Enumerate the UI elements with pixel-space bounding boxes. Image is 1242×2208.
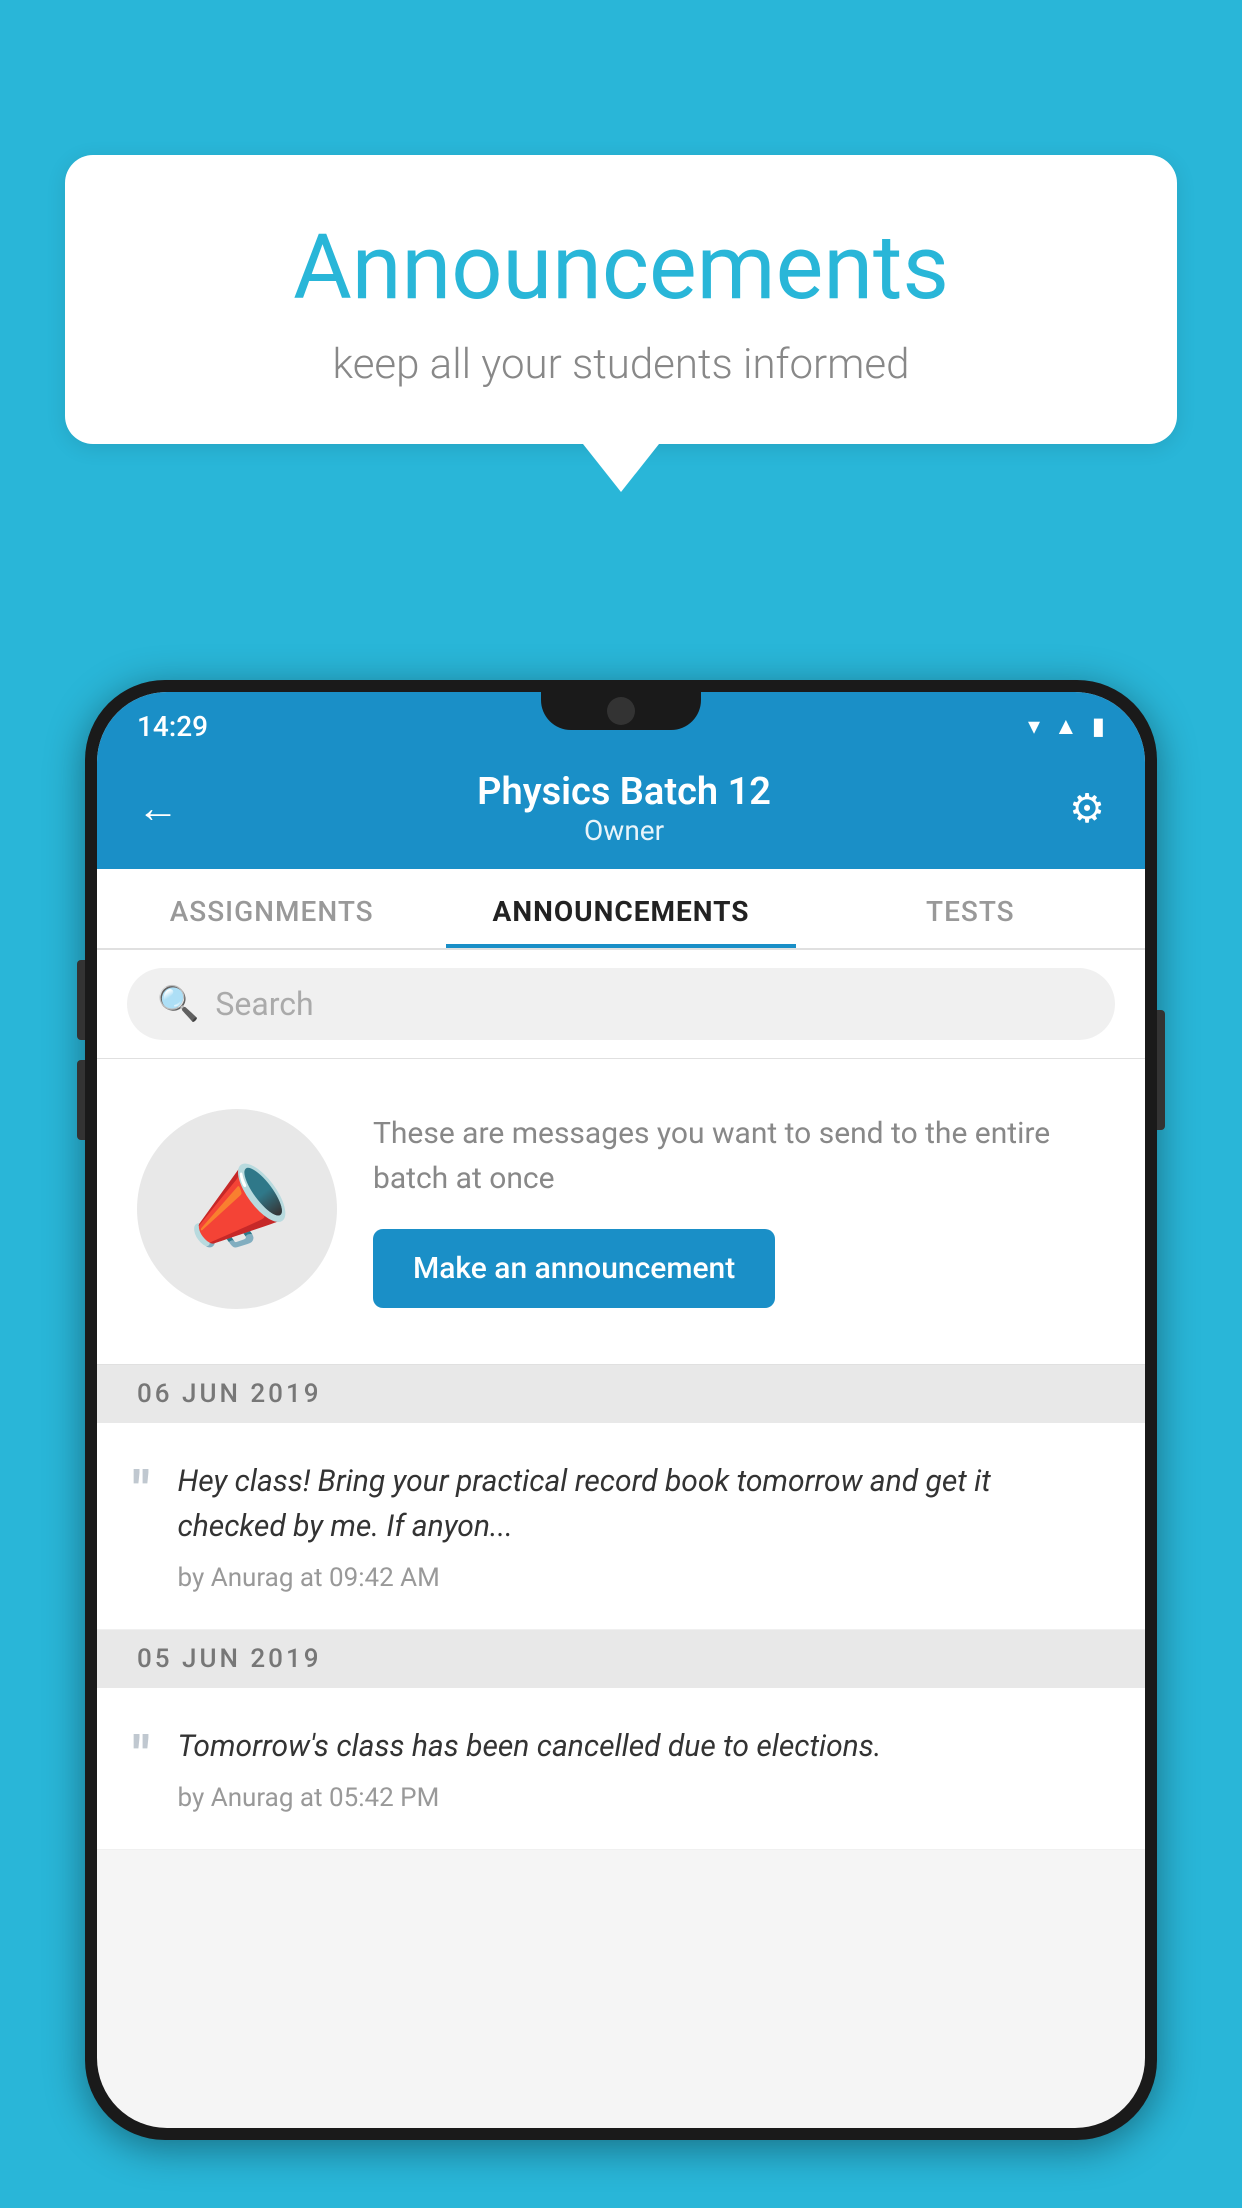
header-title: Physics Batch 12 — [477, 770, 771, 814]
prompt-right: These are messages you want to send to t… — [373, 1111, 1105, 1308]
announcement-content-1: Hey class! Bring your practical record b… — [178, 1459, 1105, 1593]
announcement-message-1: Hey class! Bring your practical record b… — [178, 1459, 1105, 1549]
speech-bubble-tail — [583, 444, 659, 492]
phone-notch — [541, 692, 701, 730]
search-wrapper: 🔍 Search — [97, 950, 1145, 1059]
wifi-icon: ▾ — [1028, 712, 1040, 740]
tab-announcements[interactable]: ANNOUNCEMENTS — [446, 869, 795, 948]
megaphone-icon: 📣 — [173, 1147, 301, 1271]
bubble-subtitle: keep all your students informed — [145, 340, 1097, 389]
header-subtitle: Owner — [477, 814, 771, 847]
gear-icon[interactable]: ⚙ — [1069, 785, 1105, 832]
status-icons: ▾ ▲ ▮ — [1028, 712, 1105, 741]
search-input[interactable]: Search — [215, 985, 313, 1023]
announcement-item-2: " Tomorrow's class has been cancelled du… — [97, 1688, 1145, 1850]
app-header: ← Physics Batch 12 Owner ⚙ — [97, 752, 1145, 869]
battery-icon: ▮ — [1092, 712, 1105, 740]
tab-assignments[interactable]: ASSIGNMENTS — [97, 869, 446, 948]
header-center: Physics Batch 12 Owner — [477, 770, 771, 847]
phone-wrapper: 14:29 ▾ ▲ ▮ ← Physics Batch 12 Owner ⚙ — [85, 680, 1157, 2208]
date-separator-1: 06 JUN 2019 — [97, 1365, 1145, 1423]
speech-bubble-section: Announcements keep all your students inf… — [65, 155, 1177, 492]
search-icon: 🔍 — [157, 984, 199, 1024]
prompt-text: These are messages you want to send to t… — [373, 1111, 1105, 1201]
quote-icon-2: " — [133, 1724, 150, 1813]
phone-screen: 14:29 ▾ ▲ ▮ ← Physics Batch 12 Owner ⚙ — [97, 692, 1145, 2128]
tabs-bar: ASSIGNMENTS ANNOUNCEMENTS TESTS — [97, 869, 1145, 950]
tab-tests[interactable]: TESTS — [796, 869, 1145, 948]
status-time: 14:29 — [137, 710, 208, 743]
power-button — [1157, 1010, 1165, 1130]
phone-frame: 14:29 ▾ ▲ ▮ ← Physics Batch 12 Owner ⚙ — [85, 680, 1157, 2140]
quote-icon-1: " — [133, 1459, 150, 1593]
megaphone-circle: 📣 — [137, 1109, 337, 1309]
speech-bubble-card: Announcements keep all your students inf… — [65, 155, 1177, 444]
front-camera — [607, 697, 635, 725]
announcement-meta-1: by Anurag at 09:42 AM — [178, 1563, 1105, 1593]
bubble-title: Announcements — [145, 215, 1097, 320]
make-announcement-button[interactable]: Make an announcement — [373, 1229, 775, 1308]
announcement-content-2: Tomorrow's class has been cancelled due … — [178, 1724, 1105, 1813]
announcement-item-1: " Hey class! Bring your practical record… — [97, 1423, 1145, 1630]
announcement-meta-2: by Anurag at 05:42 PM — [178, 1783, 1105, 1813]
announcement-message-2: Tomorrow's class has been cancelled due … — [178, 1724, 1105, 1769]
search-box[interactable]: 🔍 Search — [127, 968, 1115, 1040]
back-button[interactable]: ← — [137, 784, 179, 833]
signal-icon: ▲ — [1054, 712, 1078, 741]
announcement-prompt: 📣 These are messages you want to send to… — [97, 1059, 1145, 1365]
volume-down-button — [77, 1060, 85, 1140]
volume-up-button — [77, 960, 85, 1040]
date-separator-2: 05 JUN 2019 — [97, 1630, 1145, 1688]
